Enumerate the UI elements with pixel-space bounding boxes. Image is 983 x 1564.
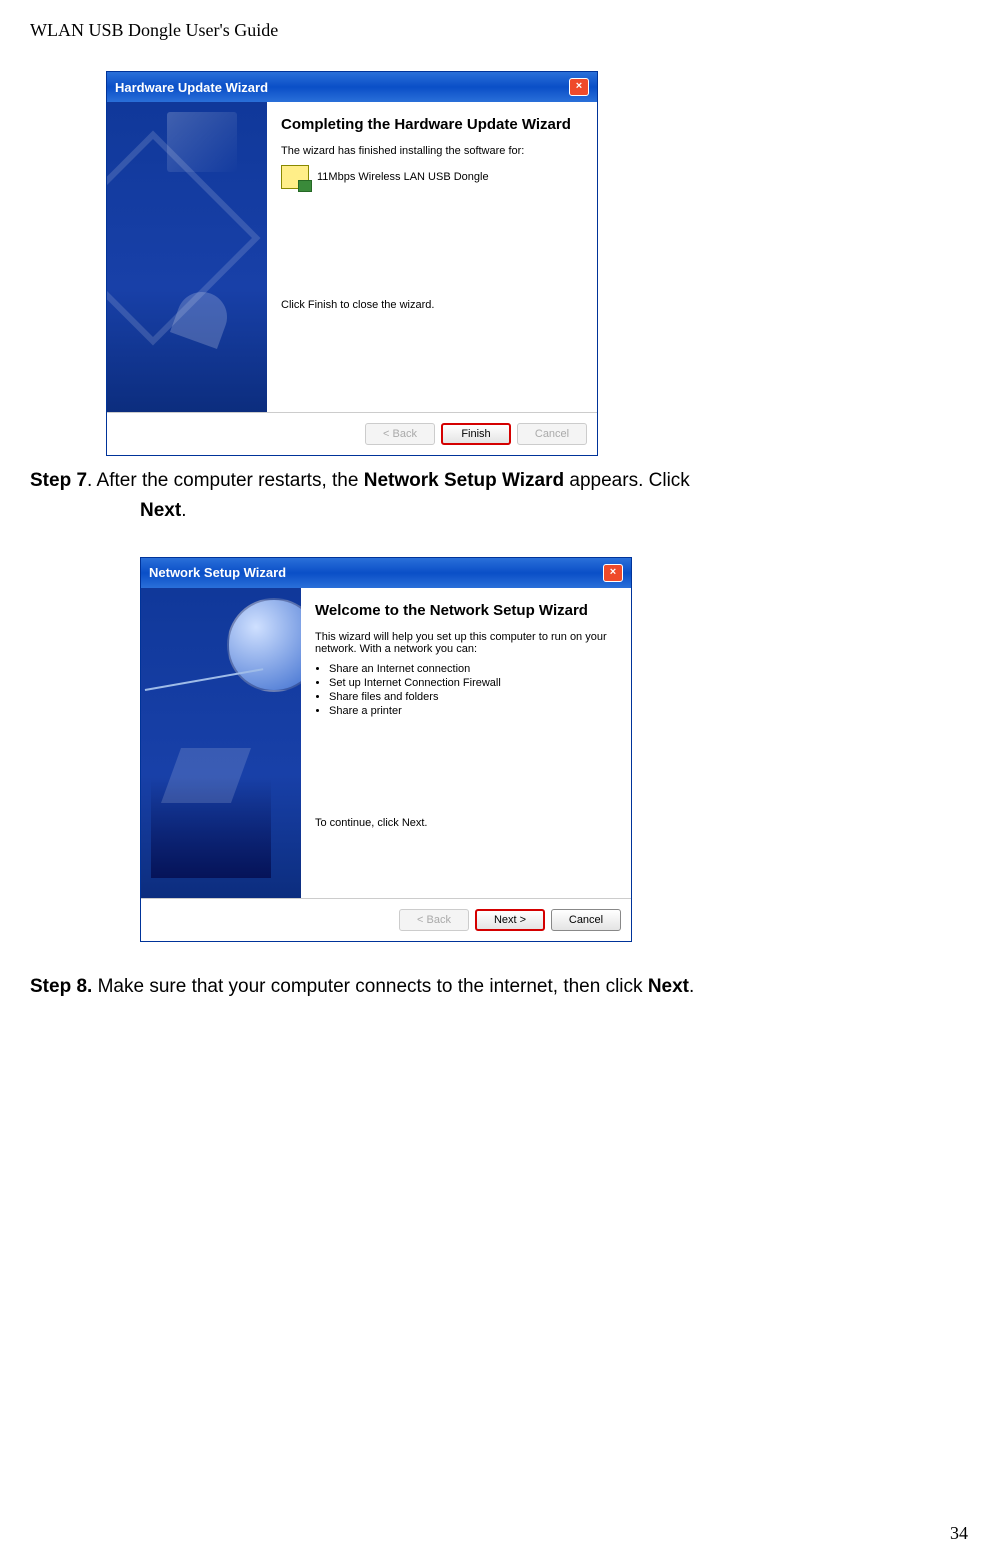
step7-bold1: Network Setup Wizard xyxy=(364,470,564,491)
wizard2-title-text: Network Setup Wizard xyxy=(149,565,286,580)
cancel-button: Cancel xyxy=(517,423,587,445)
list-item: Share files and folders xyxy=(329,691,617,703)
network-setup-wizard-dialog: Network Setup Wizard × Welcome to the Ne… xyxy=(140,557,632,942)
back-button: < Back xyxy=(365,423,435,445)
list-item: Share an Internet connection xyxy=(329,663,617,675)
device-icon xyxy=(281,165,309,189)
wizard2-titlebar: Network Setup Wizard × xyxy=(141,558,631,588)
wizard1-desc: The wizard has finished installing the s… xyxy=(281,145,583,157)
wizard2-continue: To continue, click Next. xyxy=(315,817,617,829)
step7-text2: appears. Click xyxy=(564,470,690,491)
next-button[interactable]: Next > xyxy=(475,909,545,931)
wizard2-bullets: Share an Internet connection Set up Inte… xyxy=(315,663,617,717)
step8-paragraph: Step 8. Make sure that your computer con… xyxy=(30,972,953,1002)
step8-label: Step 8. xyxy=(30,976,92,997)
wizard2-sidebar-image xyxy=(141,588,301,898)
step8-text1: Make sure that your computer connects to… xyxy=(92,976,648,997)
cancel-button[interactable]: Cancel xyxy=(551,909,621,931)
wizard2-desc: This wizard will help you set up this co… xyxy=(315,631,617,655)
wizard1-sidebar-image xyxy=(107,102,267,412)
wizard1-title-text: Hardware Update Wizard xyxy=(115,80,268,95)
wizard2-button-bar: < Back Next > Cancel xyxy=(141,899,631,941)
document-header: WLAN USB Dongle User's Guide xyxy=(30,20,953,41)
list-item: Set up Internet Connection Firewall xyxy=(329,677,617,689)
step8-bold1: Next xyxy=(648,976,689,997)
back-button: < Back xyxy=(399,909,469,931)
list-item: Share a printer xyxy=(329,705,617,717)
wizard2-heading: Welcome to the Network Setup Wizard xyxy=(315,602,617,619)
step8-tail: . xyxy=(689,976,694,997)
finish-button[interactable]: Finish xyxy=(441,423,511,445)
step7-paragraph: Step 7. After the computer restarts, the… xyxy=(30,466,953,527)
hardware-update-wizard-dialog: Hardware Update Wizard × Completing the … xyxy=(106,71,598,456)
wizard1-closing: Click Finish to close the wizard. xyxy=(281,299,583,311)
close-icon[interactable]: × xyxy=(569,78,589,96)
page-number: 34 xyxy=(950,1523,968,1544)
wizard1-device-name: 11Mbps Wireless LAN USB Dongle xyxy=(317,171,489,183)
wizard1-titlebar: Hardware Update Wizard × xyxy=(107,72,597,102)
step7-label: Step 7 xyxy=(30,470,87,491)
wizard1-button-bar: < Back Finish Cancel xyxy=(107,413,597,455)
step7-text1: After the computer restarts, the xyxy=(92,470,363,491)
step7-bold2: Next xyxy=(140,500,181,521)
step7-tail: . xyxy=(181,500,186,521)
wizard1-heading: Completing the Hardware Update Wizard xyxy=(281,116,583,133)
close-icon[interactable]: × xyxy=(603,564,623,582)
